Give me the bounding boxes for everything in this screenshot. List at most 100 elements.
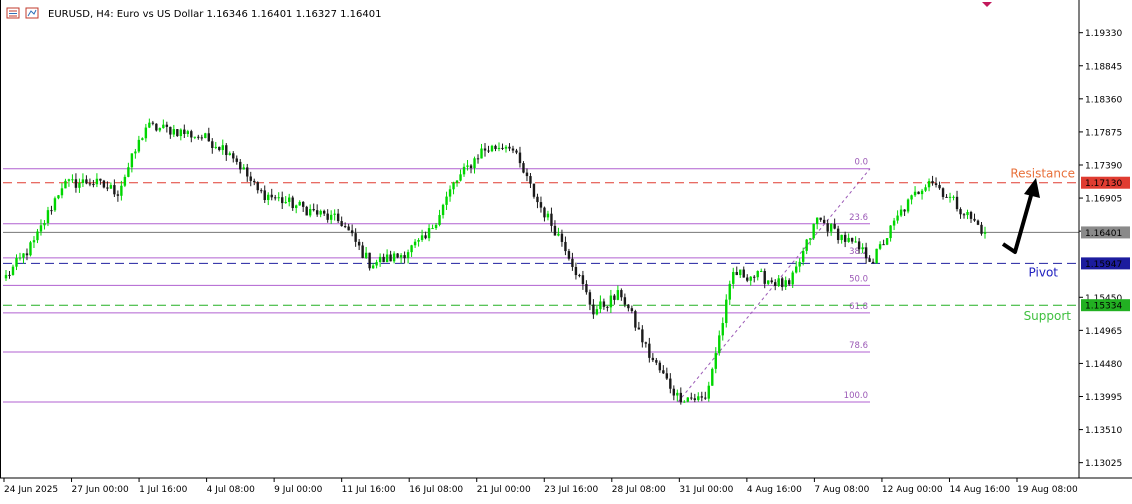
bullish-candle [130, 153, 134, 168]
bullish-candle [406, 252, 410, 259]
bullish-candle [308, 209, 312, 216]
support-label: Support [1024, 309, 1072, 323]
bearish-candle [518, 152, 522, 164]
bullish-candle [434, 224, 438, 229]
bearish-candle [606, 306, 609, 308]
bearish-candle [263, 190, 266, 201]
bearish-candle [305, 206, 308, 216]
bullish-candle [371, 265, 375, 269]
bullish-candle [43, 222, 46, 226]
bearish-candle [74, 179, 78, 188]
indicator-list-icon[interactable] [25, 7, 39, 19]
bearish-candle [151, 122, 155, 124]
bullish-candle [284, 201, 287, 204]
bullish-candle [120, 185, 123, 196]
bearish-candle [627, 304, 630, 309]
bearish-candle [361, 245, 364, 259]
bullish-candle [441, 204, 445, 216]
bullish-candle [378, 256, 382, 263]
bearish-candle [274, 197, 277, 199]
fib-level-label: 23.6 [849, 213, 868, 223]
bearish-candle [976, 220, 980, 225]
bearish-candle [389, 254, 392, 262]
pivot-price-tag-label: 1.15947 [1085, 260, 1122, 270]
price-tick-label: 1.13995 [1085, 393, 1122, 403]
bullish-candle [455, 180, 459, 183]
bearish-candle [232, 153, 235, 159]
bearish-candle [88, 183, 92, 185]
bullish-candle [385, 254, 389, 263]
bearish-candle [382, 256, 385, 263]
fib-level-label: 78.6 [849, 341, 868, 351]
bullish-candle [267, 194, 270, 201]
bullish-candle [784, 280, 787, 288]
bearish-candle [941, 188, 945, 197]
bearish-candle [326, 213, 329, 220]
bearish-candle [564, 241, 567, 252]
bullish-candle [899, 209, 903, 216]
bullish-candle [749, 276, 752, 281]
bullish-candle [445, 196, 448, 205]
price-tick-label: 1.13025 [1085, 459, 1122, 469]
time-tick-label: 23 Jul 16:00 [544, 485, 598, 495]
bearish-candle [85, 179, 88, 184]
bullish-candle [392, 253, 396, 262]
bullish-candle [67, 179, 71, 181]
trading-chart[interactable]: 0.0 23.6 38.2 50.0 61.8 78.6 100.0 1.19330 1.18… [0, 0, 1132, 500]
bearish-candle [672, 388, 676, 396]
bullish-candle [798, 261, 801, 267]
time-tick-label: 24 Jun 2025 [4, 485, 58, 495]
time-tick-label: 4 Jul 08:00 [207, 485, 256, 495]
bearish-candle [644, 342, 648, 344]
chart-canvas[interactable]: 0.023.638.250.061.878.6100.0 1.193301.18… [0, 0, 1132, 500]
chart-properties-icon[interactable] [6, 7, 20, 19]
bearish-candle [630, 308, 634, 312]
bearish-candle [357, 241, 361, 246]
time-tick-label: 16 Jul 08:00 [409, 485, 463, 495]
bullish-candle [557, 233, 560, 236]
bearish-candle [969, 211, 973, 219]
bullish-candle [878, 244, 882, 249]
bullish-candle [242, 167, 245, 170]
price-tick-label: 1.18360 [1085, 95, 1122, 105]
bearish-candle [560, 233, 564, 242]
bullish-candle [172, 129, 176, 135]
bearish-candle [525, 172, 529, 177]
bullish-candle [812, 223, 815, 239]
price-tick-label: 1.14480 [1085, 360, 1122, 370]
bullish-candle [497, 147, 501, 150]
bearish-candle [476, 158, 480, 160]
bearish-candle [183, 129, 186, 134]
bullish-candle [11, 266, 15, 275]
bearish-candle [543, 207, 546, 218]
bearish-candle [788, 280, 791, 285]
bearish-candle [469, 165, 473, 168]
bullish-candle [927, 181, 931, 188]
time-tick-label: 21 Jul 00:00 [477, 485, 531, 495]
bearish-candle [634, 311, 637, 328]
time-tick-label: 27 Jun 00:00 [72, 485, 129, 495]
bearish-candle [959, 209, 962, 215]
bearish-candle [774, 282, 777, 286]
bullish-candle [725, 299, 728, 324]
bearish-candle [655, 360, 658, 363]
bearish-candle [962, 214, 966, 216]
bearish-candle [515, 150, 518, 153]
bearish-candle [917, 191, 920, 195]
bearish-candle [620, 290, 623, 298]
bullish-candle [885, 238, 889, 245]
bullish-candle [4, 274, 8, 279]
bearish-candle [522, 163, 525, 173]
bullish-candle [431, 228, 434, 230]
bearish-candle [343, 226, 347, 228]
fib-level-label: 0.0 [854, 158, 868, 168]
price-tick-label: 1.19330 [1085, 29, 1122, 39]
bullish-candle [906, 199, 910, 212]
bearish-candle [336, 213, 340, 222]
bullish-candle [728, 283, 731, 300]
time-tick-label: 11 Jul 16:00 [342, 485, 396, 495]
time-tick-label: 9 Jul 00:00 [274, 485, 323, 495]
bullish-candle [983, 232, 987, 234]
bearish-candle [648, 343, 651, 358]
bearish-candle [742, 269, 745, 278]
